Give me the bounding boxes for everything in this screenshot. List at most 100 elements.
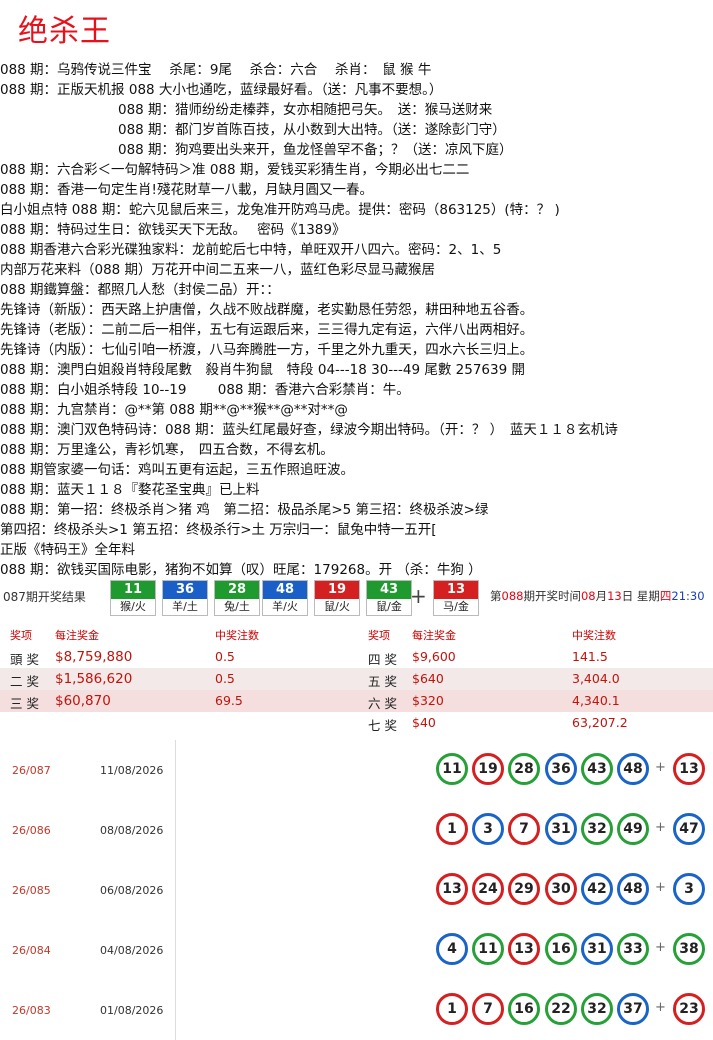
prediction-line: 088 期：六合彩＜一句解特码＞准 088 期，爱钱买彩猜生肖，今期必出七二二 (0, 162, 470, 178)
prize-header: 每注奖金 (412, 629, 456, 642)
next-issue: 088 (501, 589, 524, 603)
ball-zodiac: 羊/土 (172, 600, 198, 613)
history-date: 08/08/2026 (100, 824, 164, 837)
prize-header: 每注奖金 (55, 629, 99, 642)
history-ball: 32 (581, 813, 613, 845)
history-ball: 37 (617, 993, 649, 1025)
history-issue: 26/083 (12, 1004, 51, 1017)
prediction-line: 白小姐点特 088 期：蛇六见鼠后来三，龙兔准开防鸡马虎。提供：密码（86312… (0, 202, 560, 218)
history-ball: 13 (436, 873, 468, 905)
history-special-ball: 13 (673, 753, 705, 785)
history-ball: 16 (545, 933, 577, 965)
history-ball: 1 (436, 993, 468, 1025)
history-ball: 48 (617, 873, 649, 905)
prediction-line: 088 期鐵算盤：都照几人愁（封侯二品）开：： (0, 282, 280, 298)
history-ball: 7 (508, 813, 540, 845)
next-month: 08 (580, 589, 596, 603)
ball-zodiac: 猴/火 (120, 600, 146, 613)
history-date: 11/08/2026 (100, 764, 164, 777)
prize-cell: 4,340.1 (572, 693, 620, 708)
history-ball: 11 (436, 753, 468, 785)
history-ball: 31 (581, 933, 613, 965)
plus-sign: + (410, 584, 427, 608)
history-row: 26/087 11/08/2026 11 19 28 36 43 48 +13 (0, 740, 713, 800)
ball-zodiac: 鼠/金 (376, 600, 402, 613)
history-special-ball: 47 (673, 813, 705, 845)
history-ball: 3 (472, 813, 504, 845)
next-day: 13 (607, 589, 622, 603)
prediction-line: 088 期：蓝天１１８『婺花圣宝典』已上料 (0, 482, 260, 498)
prize-header: 奖项 (10, 629, 32, 642)
ball-zodiac: 鼠/火 (324, 600, 350, 613)
prediction-line: 088 期管家婆一句话：鸡叫五更有运起，三五作照追旺波。 (0, 462, 355, 478)
history-ball: 29 (508, 873, 540, 905)
plus-sign: + (655, 1000, 666, 1015)
history-row: 26/086 08/08/2026 1 3 7 31 32 49 +47 (0, 800, 713, 860)
prediction-line: 088 期：乌鸦传说三件宝 杀尾：9尾 杀合：六合 杀肖： 鼠 猴 牛 (0, 62, 432, 78)
prize-cell: 0.5 (215, 671, 235, 686)
prize-row: 頭 奖 $8,759,880 0.5 四 奖 $9,600 141.5 (0, 646, 713, 668)
prize-cell: 三 奖 (10, 696, 39, 711)
prediction-line: 088 期：香港一句定生肖!殘花財草一八載，月缺月圓又一春。 (0, 182, 373, 198)
history-issue: 26/087 (12, 764, 51, 777)
prediction-line: 088 期：狗鸡要出头来开，鱼龙怪兽罕不备；？（送：凉风下庭） (118, 142, 513, 158)
prize-cell: 63,207.2 (572, 715, 628, 730)
history-ball: 22 (545, 993, 577, 1025)
prediction-line: 088 期：正版天机报 088 大小也通吃，蓝绿最好看。（送：凡事不要想。） (0, 82, 443, 98)
history-row: 26/085 06/08/2026 13 24 29 30 42 48 +3 (0, 860, 713, 920)
plus-sign: + (655, 880, 666, 895)
result-ball: 19 鼠/火 (314, 580, 360, 616)
prediction-line: 088 期：都门岁首陈百技，从小数到大出特。（送：遂除彭门守） (118, 122, 506, 138)
column-divider (175, 860, 176, 920)
prize-row: 三 奖 $60,870 69.5 六 奖 $320 4,340.1 (0, 690, 713, 712)
prize-header: 奖项 (368, 629, 390, 642)
prediction-line: 先锋诗（内版）：七仙引咱一桥渡，八马奔腾胜一方，千里之外九重天，四水六长三归上。 (0, 342, 534, 358)
result-ball: 48 羊/火 (262, 580, 308, 616)
history-ball: 32 (581, 993, 613, 1025)
history-ball: 16 (508, 993, 540, 1025)
prize-cell: 3,404.0 (572, 671, 620, 686)
history-ball: 4 (436, 933, 468, 965)
history-table: 26/087 11/08/2026 11 19 28 36 43 48 +13 26/086 08/… (0, 740, 713, 1040)
prediction-line: 088 期香港六合彩光碟独家料：龙前蛇后七中特，单旺双开八四六。密码：2、1、5 (0, 242, 502, 258)
ball-number: 43 (367, 581, 411, 599)
next-draw-info: 第088期开奖时间08月13日 星期四21:30 (490, 588, 705, 604)
next-mid: 期开奖时间 (523, 589, 581, 603)
history-ball: 33 (617, 933, 649, 965)
prediction-line: 088 期：澳門白姐殺肖特段尾數 殺肖牛狗鼠 特段 04---18 30---4… (0, 362, 525, 378)
history-ball: 1 (436, 813, 468, 845)
result-ball: 28 兔/土 (214, 580, 260, 616)
history-row: 26/084 04/08/2026 4 11 13 16 31 33 +38 (0, 920, 713, 980)
history-ball: 13 (508, 933, 540, 965)
history-special-ball: 38 (673, 933, 705, 965)
prize-cell: 頭 奖 (10, 652, 39, 667)
prize-cell: 七 奖 (368, 718, 397, 733)
result-ball: 11 猴/火 (110, 580, 156, 616)
column-divider (175, 920, 176, 980)
prize-cell: 0.5 (215, 649, 235, 664)
month-unit: 月 (595, 589, 608, 603)
prediction-line: 088 期：万里逢公，青衫饥寒， 四五合数，不得玄机。 (0, 442, 334, 458)
column-divider (175, 800, 176, 860)
prize-cell: 六 奖 (368, 696, 397, 711)
history-date: 06/08/2026 (100, 884, 164, 897)
prize-cell: $60,870 (55, 693, 111, 709)
prize-cell: 四 奖 (368, 652, 397, 667)
prize-cell: 141.5 (572, 649, 608, 664)
prediction-line: 088 期：第一招：终极杀肖＞猪 鸡 第二招：极品杀尾>5 第三招：终极杀波>绿 (0, 502, 489, 518)
ball-number: 48 (263, 581, 307, 599)
special-ball: 13 马/金 (433, 580, 479, 616)
ball-zodiac: 兔/土 (224, 600, 250, 613)
history-ball: 28 (508, 753, 540, 785)
prize-cell: 69.5 (215, 693, 243, 708)
prediction-line: 正版《特码王》全年料 (0, 542, 135, 558)
history-ball: 36 (545, 753, 577, 785)
prediction-line: 内部万花来料（088 期）万花开中间二五来一八，蓝红色彩尽显马藏猴居 (0, 262, 436, 278)
prediction-line: 088 期：白小姐杀特段 10--19 088 期：香港六合彩禁肖：牛。 (0, 382, 410, 398)
history-ball: 11 (472, 933, 504, 965)
ball-number: 19 (315, 581, 359, 599)
plus-sign: + (655, 940, 666, 955)
history-issue: 26/084 (12, 944, 51, 957)
history-ball: 48 (617, 753, 649, 785)
column-divider (175, 740, 176, 800)
